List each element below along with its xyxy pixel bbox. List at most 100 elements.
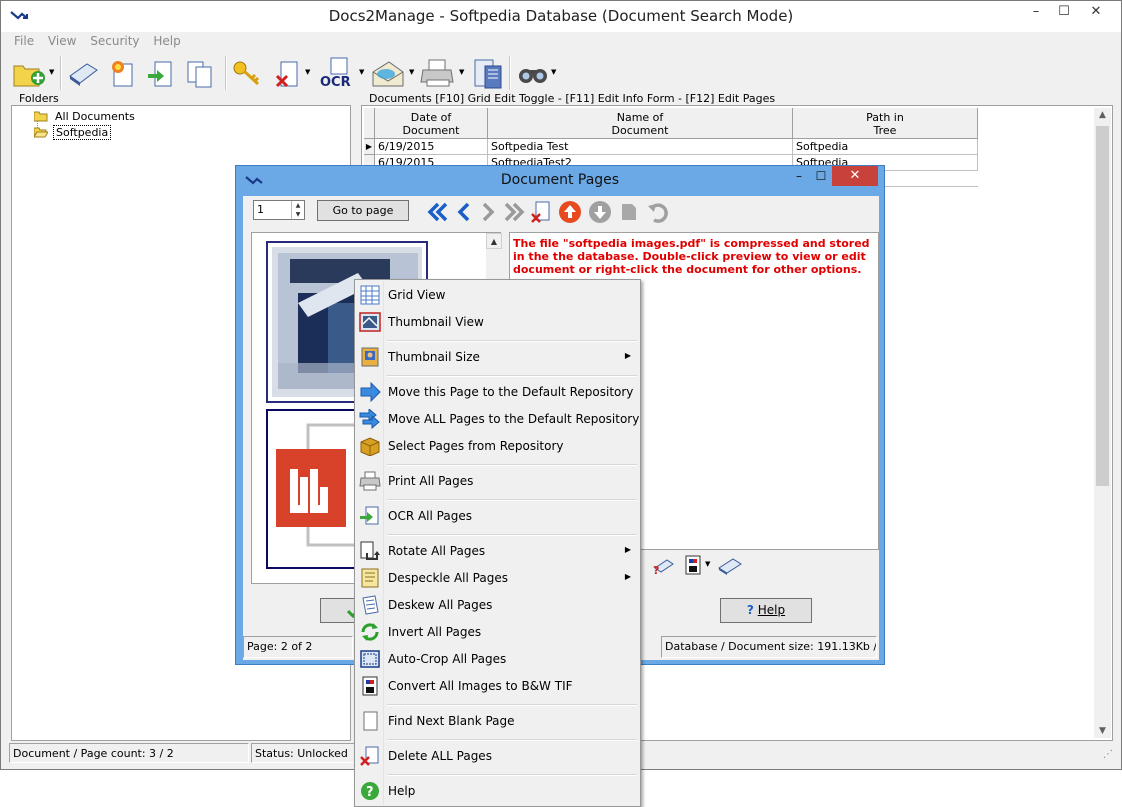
database-size-status: Database / Document size: 191.13Kb / 19 bbox=[661, 636, 877, 658]
scroll-up-icon[interactable]: ▲ bbox=[1094, 110, 1111, 120]
column-header-date[interactable]: Date of Document bbox=[375, 108, 488, 139]
copy-document-icon[interactable] bbox=[183, 56, 217, 90]
save-page-icon[interactable] bbox=[618, 200, 640, 224]
key-icon[interactable] bbox=[231, 56, 263, 90]
column-header-name[interactable]: Name of Document bbox=[488, 108, 793, 139]
menu-item-find-blank-page[interactable]: Find Next Blank Page bbox=[357, 708, 639, 734]
resize-grip-icon[interactable]: ⋰ bbox=[1103, 749, 1113, 760]
menu-item-label: Delete ALL Pages bbox=[388, 749, 492, 763]
menu-item-invert-all[interactable]: Invert All Pages bbox=[357, 619, 639, 645]
email-dropdown-icon[interactable]: ▼ bbox=[409, 68, 414, 76]
delete-document-icon[interactable] bbox=[271, 56, 303, 90]
rotate-icon bbox=[360, 541, 380, 560]
ocr-icon[interactable]: OCR bbox=[317, 56, 357, 90]
scanner-icon[interactable] bbox=[717, 554, 743, 576]
database-icon[interactable] bbox=[469, 56, 507, 90]
go-to-page-button[interactable]: Go to page bbox=[317, 200, 409, 221]
scroll-up-icon[interactable]: ▲ bbox=[486, 233, 502, 249]
previous-page-icon[interactable] bbox=[454, 200, 474, 224]
scroll-thumb[interactable] bbox=[1096, 126, 1109, 486]
toolbar-separator bbox=[225, 56, 227, 90]
menu-item-move-page-default-repo[interactable]: Move this Page to the Default Repository bbox=[357, 379, 639, 405]
table-cell[interactable]: Softpedia bbox=[793, 139, 978, 155]
menu-item-label: Thumbnail Size bbox=[388, 350, 480, 364]
table-cell[interactable]: 6/19/2015 bbox=[375, 139, 488, 155]
new-folder-icon[interactable] bbox=[11, 56, 47, 90]
thumbnail-view-icon bbox=[359, 312, 381, 332]
submenu-arrow-icon: ▶ bbox=[624, 545, 631, 554]
import-document-icon[interactable] bbox=[145, 56, 175, 90]
menu-item-rotate-all[interactable]: Rotate All Pages ▶ bbox=[357, 538, 639, 564]
menu-item-thumbnail-view[interactable]: Thumbnail View bbox=[357, 309, 639, 335]
menu-item-despeckle-all[interactable]: Despeckle All Pages ▶ bbox=[357, 565, 639, 591]
new-folder-dropdown-icon[interactable]: ▼ bbox=[49, 68, 54, 76]
document-count-status: Document / Page count: 3 / 2 bbox=[9, 743, 249, 763]
menu-separator bbox=[387, 499, 637, 501]
menu-separator bbox=[387, 704, 637, 706]
move-page-down-icon[interactable] bbox=[588, 200, 612, 224]
delete-page-icon[interactable] bbox=[530, 200, 552, 224]
menu-item-thumbnail-size[interactable]: Thumbnail Size ▶ bbox=[357, 344, 639, 370]
menu-security[interactable]: Security bbox=[85, 32, 144, 50]
svg-text:OCR: OCR bbox=[320, 75, 351, 90]
menu-help[interactable]: Help bbox=[148, 32, 185, 50]
grid-scrollbar[interactable]: ▲ ▼ bbox=[1094, 108, 1111, 738]
new-document-icon[interactable] bbox=[107, 56, 137, 90]
header-line: Document bbox=[611, 124, 669, 137]
menu-separator bbox=[387, 375, 637, 377]
last-page-icon[interactable] bbox=[502, 200, 526, 224]
first-page-icon[interactable] bbox=[426, 200, 450, 224]
compression-notice: The file "softpedia images.pdf" is compr… bbox=[513, 237, 870, 276]
close-button[interactable]: ✕ bbox=[1081, 1, 1111, 23]
preview-toolbar: ? ▼ bbox=[653, 554, 773, 578]
print-dropdown-icon[interactable]: ▼ bbox=[459, 68, 464, 76]
pages-context-menu: Grid View Thumbnail View Thumbnail Size … bbox=[354, 279, 641, 807]
menu-separator bbox=[387, 739, 637, 741]
tree-item-softpedia[interactable]: Softpedia bbox=[34, 124, 112, 140]
minimize-button[interactable]: – bbox=[1021, 1, 1051, 23]
header-line: Path in bbox=[866, 111, 904, 124]
menu-item-print-all[interactable]: Print All Pages bbox=[357, 468, 639, 494]
table-cell[interactable]: Softpedia Test bbox=[488, 139, 793, 155]
menu-item-help[interactable]: ? Help bbox=[357, 778, 639, 804]
menu-item-deskew-all[interactable]: Deskew All Pages bbox=[357, 592, 639, 618]
menu-item-select-pages-repo[interactable]: Select Pages from Repository bbox=[357, 433, 639, 459]
menu-item-label: Print All Pages bbox=[388, 474, 474, 488]
menu-item-convert-bw-tif[interactable]: Convert All Images to B&W TIF bbox=[357, 673, 639, 699]
menu-item-ocr-all[interactable]: OCR All Pages bbox=[357, 503, 639, 529]
menu-item-auto-crop-all[interactable]: Auto-Crop All Pages bbox=[357, 646, 639, 672]
tree-item-all-documents[interactable]: All Documents bbox=[34, 108, 137, 124]
help-button[interactable]: ? Help bbox=[720, 598, 812, 623]
scan-help-icon[interactable]: ? bbox=[653, 554, 675, 576]
svg-text:?: ? bbox=[366, 785, 374, 800]
binoculars-icon[interactable] bbox=[515, 56, 551, 90]
color-mode-icon[interactable] bbox=[683, 554, 705, 576]
printer-icon[interactable] bbox=[419, 56, 457, 90]
menu-file[interactable]: File bbox=[9, 32, 39, 50]
ocr-dropdown-icon[interactable]: ▼ bbox=[359, 68, 364, 76]
grid-view-icon bbox=[360, 285, 380, 305]
next-page-icon[interactable] bbox=[478, 200, 498, 224]
menu-item-grid-view[interactable]: Grid View bbox=[357, 282, 639, 308]
menu-item-delete-all-pages[interactable]: Delete ALL Pages bbox=[357, 743, 639, 769]
page-spinner-icon[interactable]: ▲ ▼ bbox=[291, 201, 304, 219]
undo-icon[interactable] bbox=[646, 200, 670, 224]
menu-view[interactable]: View bbox=[43, 32, 81, 50]
printer-icon bbox=[359, 471, 381, 491]
maximize-button[interactable]: ☐ bbox=[1049, 1, 1079, 23]
scroll-down-icon[interactable]: ▼ bbox=[1094, 726, 1111, 736]
dialog-close-button[interactable]: ✕ bbox=[832, 166, 878, 186]
column-header-path[interactable]: Path in Tree bbox=[793, 108, 978, 139]
despeckle-icon bbox=[361, 568, 379, 588]
move-page-up-icon[interactable] bbox=[558, 200, 582, 224]
menu-item-move-all-default-repo[interactable]: Move ALL Pages to the Default Repository bbox=[357, 406, 639, 432]
page-number-input[interactable]: 1 ▲ ▼ bbox=[253, 200, 305, 220]
delete-dropdown-icon[interactable]: ▼ bbox=[305, 68, 310, 76]
search-dropdown-icon[interactable]: ▼ bbox=[551, 68, 556, 76]
page-navigation-toolbar bbox=[426, 200, 706, 224]
scanner-icon[interactable] bbox=[67, 56, 99, 90]
color-mode-dropdown-icon[interactable]: ▼ bbox=[705, 560, 710, 568]
grid-corner bbox=[364, 108, 375, 139]
help-icon: ? bbox=[361, 782, 379, 800]
email-icon[interactable] bbox=[369, 56, 407, 90]
